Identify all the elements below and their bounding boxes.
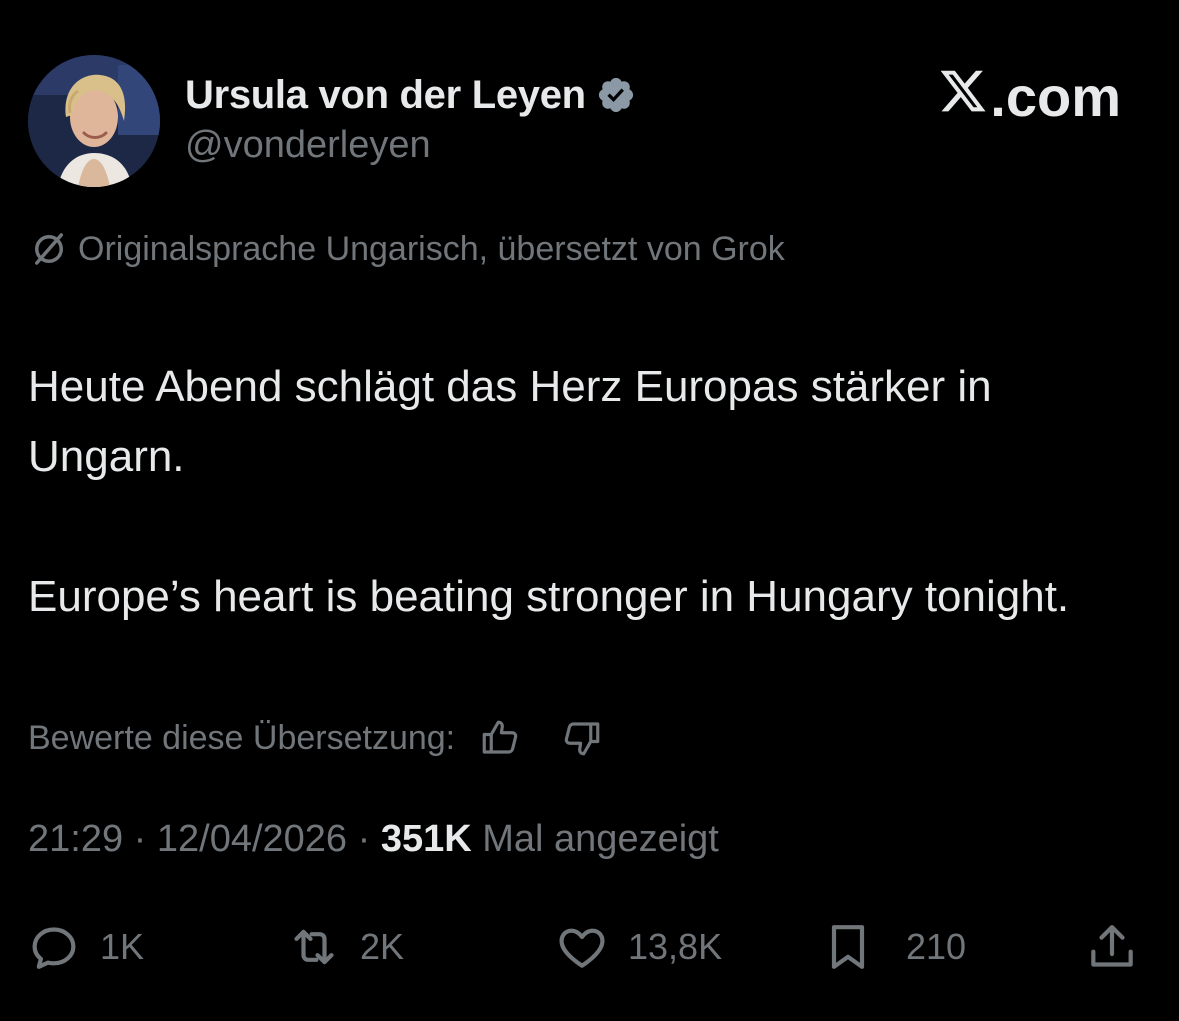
post-card: Ursula von der Leyen @vonderleyen .com O xyxy=(0,0,1179,1021)
brand-wordmark: .com xyxy=(990,65,1121,128)
repost-button[interactable]: 2K xyxy=(286,915,404,979)
handle[interactable]: @vonderleyen xyxy=(185,124,636,167)
verified-badge-icon xyxy=(596,75,636,115)
display-name-row: Ursula von der Leyen xyxy=(185,70,636,120)
views-count: 351K xyxy=(380,818,472,860)
post-date[interactable]: 12/04/2026 xyxy=(157,818,347,860)
reply-icon xyxy=(32,927,76,969)
rating-label: Bewerte diese Übersetzung: xyxy=(28,718,456,757)
repost-icon xyxy=(294,929,334,965)
like-count: 13,8K xyxy=(628,926,723,967)
thumbs-down-icon xyxy=(564,722,600,756)
thumbs-down-button[interactable] xyxy=(559,715,605,761)
post-text: Heute Abend schlägt das Herz Europas stä… xyxy=(28,352,1158,632)
post-time[interactable]: 21:29 xyxy=(28,818,123,860)
views-label: Mal angezeigt xyxy=(482,818,719,860)
action-bar: 1K 2K 13,8K 210 xyxy=(0,915,1179,979)
bookmark-button[interactable]: 210 xyxy=(820,915,966,979)
heart-icon xyxy=(559,928,605,968)
like-button[interactable]: 13,8K xyxy=(554,915,722,979)
share-button[interactable] xyxy=(1084,915,1140,979)
share-icon xyxy=(1091,925,1133,967)
display-name[interactable]: Ursula von der Leyen xyxy=(185,73,586,118)
translation-notice-text: Originalsprache Ungarisch, übersetzt von… xyxy=(78,229,785,268)
repost-count: 2K xyxy=(360,926,405,967)
avatar[interactable] xyxy=(28,55,160,187)
post-paragraph-english: Europe’s heart is beating stronger in Hu… xyxy=(28,572,1070,621)
bookmark-icon xyxy=(831,925,865,969)
author-block: Ursula von der Leyen @vonderleyen xyxy=(185,70,636,167)
reply-count: 1K xyxy=(100,926,145,967)
avatar-image xyxy=(28,55,160,187)
translation-rating: Bewerte diese Übersetzung: xyxy=(28,715,605,761)
bookmark-count: 210 xyxy=(906,926,967,967)
no-sign-icon xyxy=(28,228,70,270)
x-logo-icon xyxy=(938,64,990,129)
translation-notice: Originalsprache Ungarisch, übersetzt von… xyxy=(28,228,785,270)
post-paragraph-german: Heute Abend schlägt das Herz Europas stä… xyxy=(28,362,992,481)
thumbs-up-icon xyxy=(482,720,518,754)
thumbs-up-button[interactable] xyxy=(477,715,523,761)
brand-logo: .com xyxy=(938,64,1121,129)
meta-separator: · xyxy=(357,818,381,860)
post-meta: 21:29 · 12/04/2026 · 351K Mal angezeigt xyxy=(28,818,719,861)
meta-separator: · xyxy=(133,818,157,860)
reply-button[interactable]: 1K xyxy=(26,915,144,979)
